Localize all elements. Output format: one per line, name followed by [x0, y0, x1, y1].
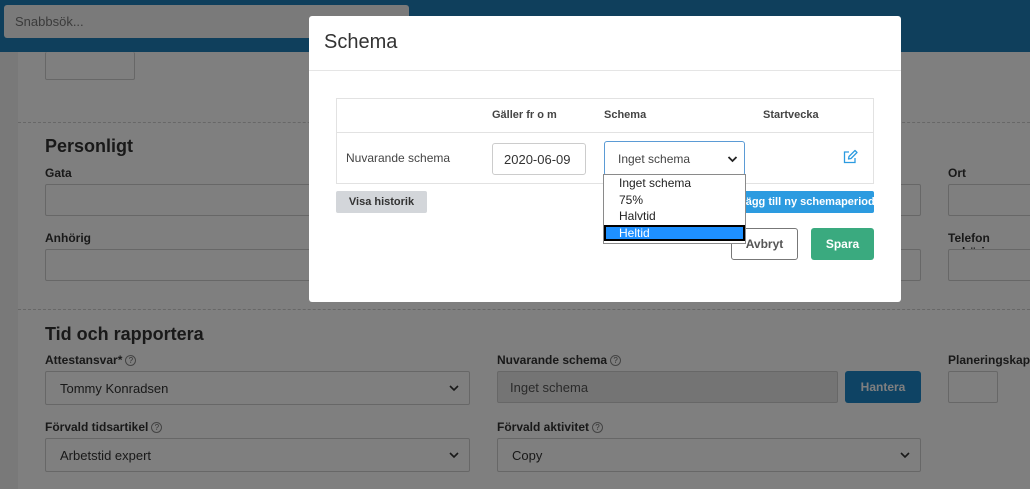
schema-modal: Schema Gäller fr o m Schema Startvecka N… — [309, 16, 901, 302]
chevron-down-icon — [727, 156, 738, 163]
valid-from-date-input[interactable]: 2020-06-09 — [492, 143, 586, 175]
dropdown-option-highlighted[interactable]: Heltid — [604, 224, 745, 241]
schema-table: Gäller fr o m Schema Startvecka Nuvarand… — [336, 98, 874, 184]
edit-icon[interactable] — [842, 149, 858, 165]
show-history-button[interactable]: Visa historik — [336, 191, 427, 213]
schema-dropdown-list: Inget schema 75% Halvtid Heltid — [603, 174, 746, 244]
save-button[interactable]: Spara — [811, 228, 874, 260]
table-header-row: Gäller fr o m Schema Startvecka — [337, 99, 873, 133]
modal-title: Schema — [309, 16, 901, 71]
dropdown-option[interactable]: 75% — [604, 192, 745, 209]
schema-select-value: Inget schema — [618, 152, 691, 166]
dropdown-option[interactable]: Halvtid — [604, 208, 745, 225]
schema-select[interactable]: Inget schema — [604, 141, 745, 176]
add-schedule-period-button[interactable]: Lägg till ny schemaperiod — [729, 191, 874, 213]
header-start-week: Startvecka — [763, 109, 819, 121]
dropdown-option[interactable]: Inget schema — [604, 175, 745, 192]
header-valid-from: Gäller fr o m — [492, 109, 557, 121]
header-schema: Schema — [604, 109, 647, 121]
row-label-current-schema: Nuvarande schema — [346, 151, 451, 165]
